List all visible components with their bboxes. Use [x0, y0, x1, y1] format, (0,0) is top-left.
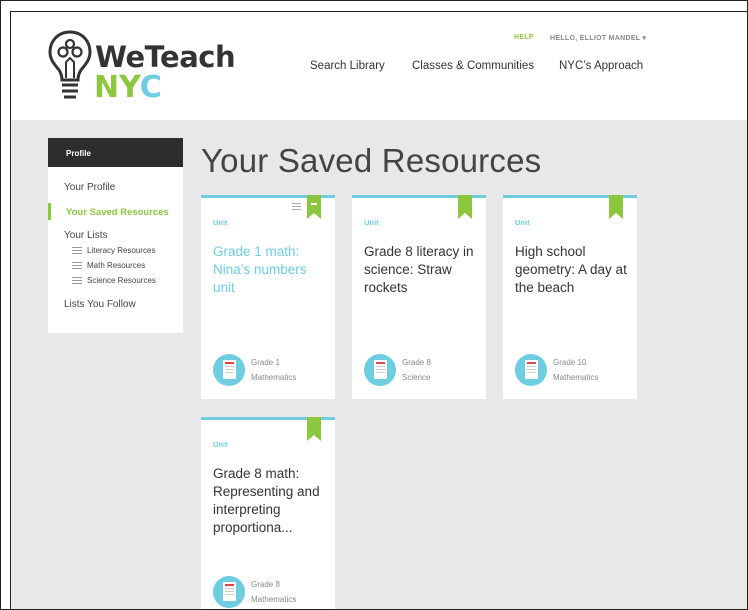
resource-grade: Grade 1 [251, 358, 280, 367]
list-label: Math Resources [87, 261, 146, 270]
logo-wordmark: WeTeach [95, 40, 236, 74]
screenshot-frame: WeTeach NYC HELP HELLO, ELLIOT MANDEL ▾ … [0, 0, 748, 610]
lightbulb-logo-icon [48, 30, 92, 99]
resource-meta: Grade 1 Mathematics [251, 355, 296, 385]
bookmark-icon[interactable] [307, 195, 321, 219]
list-icon [72, 262, 82, 270]
logo-letter-n: N [94, 70, 120, 105]
page-title: Your Saved Resources [201, 142, 542, 179]
resource-grade: Grade 8 [402, 358, 431, 367]
sidebar-item-saved-resources[interactable]: Your Saved Resources [66, 207, 169, 218]
document-icon [364, 354, 396, 386]
site-header: WeTeach NYC HELP HELLO, ELLIOT MANDEL ▾ … [11, 12, 747, 120]
bookmark-icon[interactable] [307, 417, 321, 441]
browser-viewport: WeTeach NYC HELP HELLO, ELLIOT MANDEL ▾ … [10, 11, 747, 609]
list-label: Science Resources [87, 276, 156, 285]
resource-card[interactable]: Unit Grade 8 math: Representing and inte… [201, 417, 335, 609]
document-icon [213, 354, 245, 386]
logo-letter-c: C [139, 70, 162, 105]
nav-classes-communities[interactable]: Classes & Communities [412, 60, 534, 72]
resource-type: Unit [213, 218, 228, 227]
logo-letter-y: Y [119, 70, 140, 105]
list-item-literacy[interactable]: Literacy Resources [72, 246, 155, 255]
resource-type: Unit [364, 218, 379, 227]
list-item-math[interactable]: Math Resources [72, 261, 145, 270]
resource-subject: Mathematics [251, 595, 297, 604]
resource-meta: Grade 8 Science [402, 355, 431, 385]
sidebar-item-your-lists[interactable]: Your Lists [64, 230, 108, 241]
list-icon [72, 277, 82, 285]
resource-title[interactable]: Grade 8 literacy in science: Straw rocke… [364, 243, 478, 297]
resource-meta: Grade 10 Mathematics [553, 355, 598, 385]
list-label: Literacy Resources [87, 246, 156, 255]
main-content: Profile Your Profile Your Saved Resource… [11, 120, 747, 609]
resource-title[interactable]: Grade 1 math: Nina’s numbers unit [213, 243, 327, 297]
nav-nyc-approach[interactable]: NYC’s Approach [559, 60, 643, 72]
resource-title[interactable]: High school geometry: A day at the beach [515, 243, 629, 297]
resource-subject: Science [402, 373, 431, 382]
profile-sidebar: Profile Your Profile Your Saved Resource… [48, 138, 183, 333]
resource-card[interactable]: Unit High school geometry: A day at the … [503, 195, 637, 399]
resource-title[interactable]: Grade 8 math: Representing and interpret… [213, 465, 327, 537]
resource-type: Unit [213, 440, 228, 449]
logo-nyc: NYC [94, 70, 162, 105]
help-link[interactable]: HELP [514, 34, 534, 41]
nav-search-library[interactable]: Search Library [310, 60, 385, 72]
sidebar-item-lists-you-follow[interactable]: Lists You Follow [64, 299, 136, 310]
bookmark-icon[interactable] [458, 195, 472, 219]
resource-card[interactable]: Unit Grade 1 math: Nina’s numbers unit G… [201, 195, 335, 399]
active-indicator [48, 203, 51, 220]
add-to-list-icon[interactable] [292, 203, 301, 211]
site-logo[interactable]: WeTeach NYC [47, 28, 237, 108]
document-icon [213, 576, 245, 608]
resource-subject: Mathematics [251, 373, 297, 382]
user-menu[interactable]: HELLO, ELLIOT MANDEL ▾ [550, 34, 646, 42]
resource-subject: Mathematics [553, 373, 599, 382]
list-icon [72, 247, 82, 255]
resource-type: Unit [515, 218, 530, 227]
list-item-science[interactable]: Science Resources [72, 276, 156, 285]
resource-grade: Grade 10 [553, 358, 587, 367]
sidebar-heading: Profile [48, 138, 183, 167]
resource-grade: Grade 8 [251, 580, 280, 589]
sidebar-item-your-profile[interactable]: Your Profile [64, 182, 115, 193]
resource-card[interactable]: Unit Grade 8 literacy in science: Straw … [352, 195, 486, 399]
bookmark-icon[interactable] [609, 195, 623, 219]
document-icon [515, 354, 547, 386]
resource-meta: Grade 8 Mathematics [251, 577, 296, 607]
